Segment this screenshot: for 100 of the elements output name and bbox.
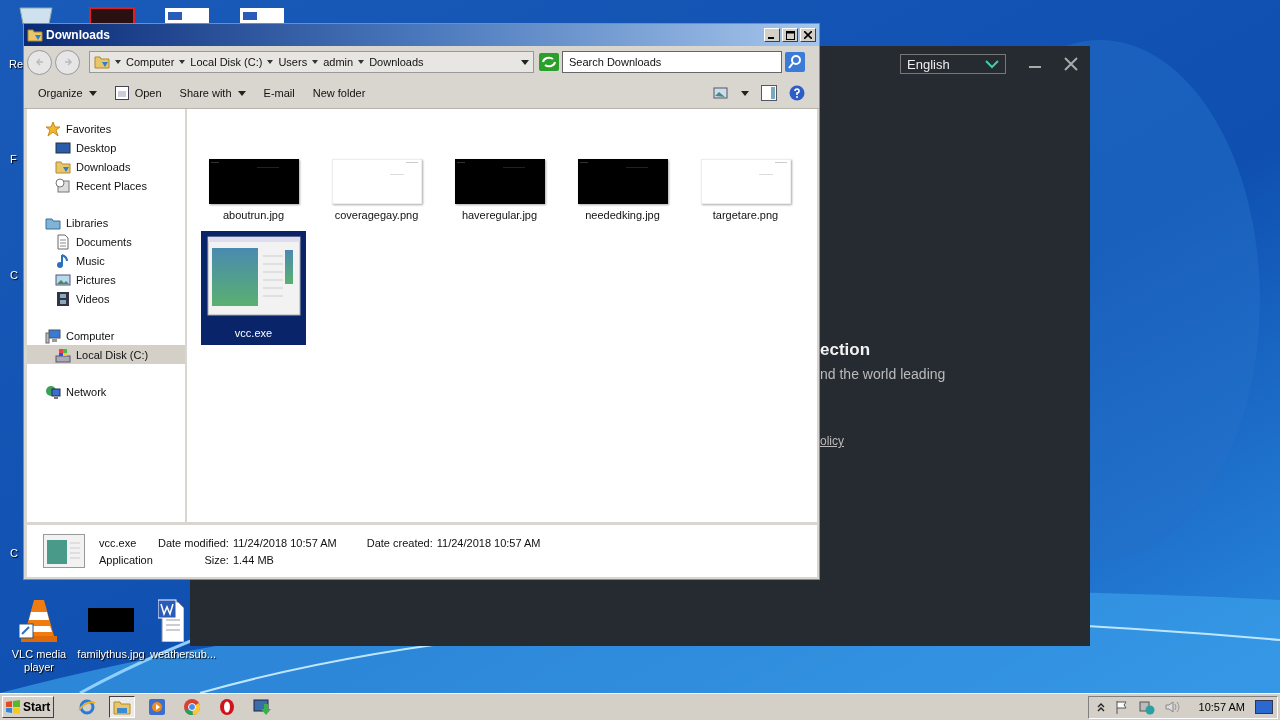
- close-button[interactable]: [800, 28, 816, 42]
- computer-icon: [45, 327, 61, 344]
- close-icon: [804, 31, 812, 39]
- field-label: Size:: [203, 553, 229, 566]
- dropdown-arrow-icon[interactable]: [521, 59, 529, 65]
- file-item[interactable]: coveragegay.png: [324, 113, 429, 227]
- caret-icon[interactable]: [358, 60, 365, 64]
- picture-icon: [55, 271, 71, 288]
- maximize-button[interactable]: [782, 28, 798, 42]
- window-icon: [114, 86, 129, 100]
- heading: ection: [820, 340, 871, 360]
- search-icon[interactable]: [785, 52, 805, 72]
- field-label: Date modified:: [158, 536, 229, 549]
- nav-item[interactable]: Network: [27, 382, 185, 401]
- nav-item[interactable]: Downloads: [27, 157, 185, 176]
- caret-icon: [237, 90, 246, 96]
- caret-icon[interactable]: [741, 90, 749, 96]
- nav-item[interactable]: Computer: [27, 326, 185, 345]
- desktop-icon-label: C: [10, 547, 18, 559]
- file-item[interactable]: targetare.png: [693, 113, 798, 227]
- nav-item[interactable]: Libraries: [27, 213, 185, 232]
- breadcrumb-item[interactable]: Local Disk (C:): [190, 56, 263, 68]
- flag-icon[interactable]: [1114, 700, 1129, 714]
- star-icon: [45, 120, 61, 137]
- preview-pane-icon[interactable]: [761, 85, 777, 101]
- window-title: Downloads: [46, 28, 111, 42]
- field-value: 1.44 MB: [232, 553, 275, 566]
- address-bar[interactable]: Computer Local Disk (C:) Users admin Downloads: [89, 51, 534, 73]
- network-icon: [45, 383, 61, 400]
- caret-icon[interactable]: [312, 60, 319, 64]
- file-type: Application: [99, 553, 154, 566]
- toolbar-button[interactable]: Organize: [30, 84, 105, 102]
- search-field[interactable]: Search Downloads: [562, 51, 782, 73]
- caret-icon: [88, 90, 97, 96]
- breadcrumb-item[interactable]: Users: [278, 56, 308, 68]
- arrow-left-icon: [34, 57, 45, 67]
- close-icon[interactable]: [1064, 57, 1078, 71]
- taskbar-app[interactable]: [109, 696, 135, 718]
- windows-logo-icon: [5, 700, 21, 714]
- file-item[interactable]: vcc.exe: [201, 231, 306, 345]
- start-button[interactable]: Start: [2, 696, 54, 718]
- refresh-icon[interactable]: [539, 53, 559, 71]
- chevron-up-icon[interactable]: [1096, 702, 1105, 712]
- minimize-button[interactable]: [764, 28, 780, 42]
- desktop-icon-label[interactable]: familythus.jpg: [77, 648, 145, 661]
- monitor-icon: [55, 139, 71, 156]
- recent-icon: [55, 177, 71, 194]
- breadcrumb-item[interactable]: Downloads: [369, 56, 424, 68]
- caret-icon[interactable]: [179, 60, 186, 64]
- image-thumbnail: [88, 608, 134, 632]
- policy-link[interactable]: olicy: [820, 434, 844, 448]
- nav-item[interactable]: Local Disk (C:): [27, 345, 185, 364]
- nav-item[interactable]: Favorites: [27, 119, 185, 138]
- play-icon: [148, 698, 166, 716]
- film-icon: [55, 290, 71, 307]
- nav-item[interactable]: Music: [27, 251, 185, 270]
- installer-icon: [253, 698, 271, 716]
- language-dropdown[interactable]: English: [900, 54, 1006, 74]
- field-label: Date created:: [366, 536, 433, 549]
- chevron-icon: [985, 59, 999, 69]
- file-item[interactable]: aboutrun.jpg: [201, 113, 306, 227]
- view-icon[interactable]: [713, 86, 729, 100]
- document-icon: [55, 233, 71, 250]
- file-item[interactable]: haveregular.jpg: [447, 113, 552, 227]
- toolbar-button[interactable]: New folder: [304, 84, 374, 102]
- file-name: vcc.exe: [99, 536, 138, 549]
- folder-icon: [94, 54, 110, 70]
- desktop-icon-label: Re: [9, 58, 24, 70]
- folder-icon: [113, 698, 131, 716]
- desktop-icon-label: C: [10, 269, 18, 281]
- desktop-icon-label: F: [10, 153, 17, 165]
- caret-icon[interactable]: [267, 60, 274, 64]
- caret-icon[interactable]: [115, 60, 121, 64]
- breadcrumb-item[interactable]: admin: [323, 56, 354, 68]
- maximize-icon: [785, 30, 795, 40]
- nav-item[interactable]: Pictures: [27, 270, 185, 289]
- toolbar-button[interactable]: E-mail: [255, 84, 303, 102]
- word-document-icon: [158, 598, 184, 642]
- music-note-icon: [55, 252, 71, 269]
- application-icon: [206, 236, 301, 316]
- field-value: 11/24/2018 10:57 AM: [436, 536, 541, 549]
- nav-item[interactable]: Documents: [27, 232, 185, 251]
- file-item[interactable]: neededking.jpg: [570, 113, 675, 227]
- field-value: 11/24/2018 10:57 AM: [232, 536, 337, 549]
- clock: 10:57 AM: [1198, 701, 1245, 713]
- folder-icon: [27, 27, 43, 43]
- nav-item[interactable]: Desktop: [27, 138, 185, 157]
- desktop-icon-label[interactable]: VLC media player: [4, 648, 74, 674]
- help-icon[interactable]: [789, 85, 805, 101]
- application-icon: [43, 534, 85, 568]
- desktop-icon-label[interactable]: weathersub...: [149, 648, 216, 661]
- toolbar-button[interactable]: Share with: [171, 84, 254, 102]
- nav-item[interactable]: Recent Places: [27, 176, 185, 195]
- toolbar-button[interactable]: Open: [106, 83, 170, 103]
- nav-item[interactable]: Videos: [27, 289, 185, 308]
- opera-icon: [218, 698, 236, 716]
- breadcrumb-item[interactable]: Computer: [126, 56, 175, 68]
- browser-icon: [78, 698, 96, 716]
- description-text: nd the world leading: [820, 366, 946, 382]
- drive-icon: [55, 346, 71, 363]
